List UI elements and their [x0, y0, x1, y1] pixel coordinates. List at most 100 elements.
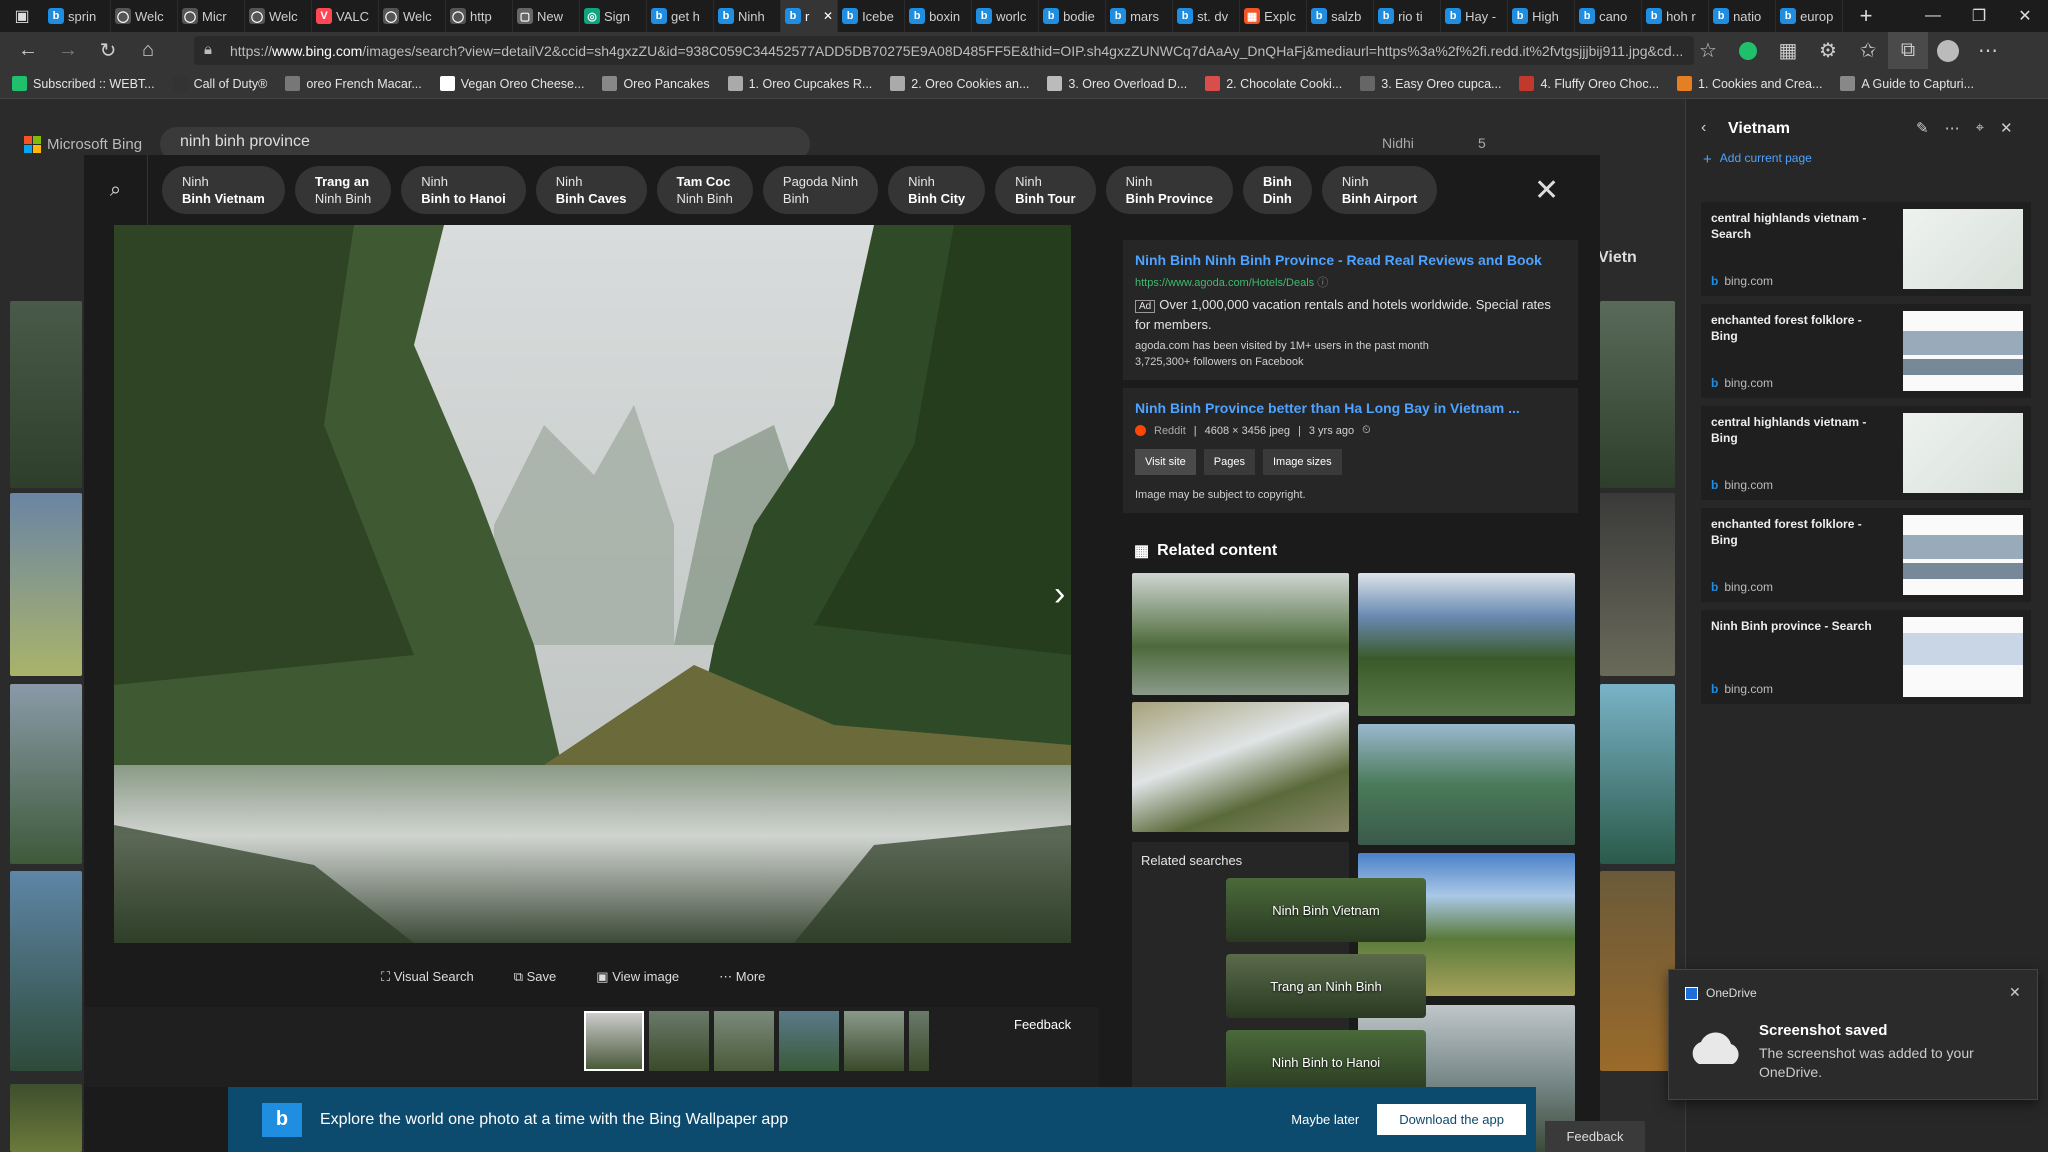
tab[interactable]: ◯ Welc — [111, 0, 178, 32]
tab[interactable]: b rio ti — [1374, 0, 1442, 32]
favorites-icon[interactable]: ✩ — [1848, 32, 1888, 69]
related-chip[interactable]: Ninh Binh Tour — [995, 166, 1096, 214]
tab[interactable]: ◯ Micr — [178, 0, 245, 32]
next-image-icon[interactable]: › — [1054, 575, 1065, 614]
tab[interactable]: b bodie — [1039, 0, 1107, 32]
profile-avatar[interactable] — [1928, 32, 1968, 69]
more-button[interactable]: ⋯ More — [719, 969, 765, 985]
filmstrip-thumb[interactable] — [714, 1011, 774, 1071]
more-options-icon[interactable]: ⋯ — [1945, 119, 1960, 137]
related-search-button[interactable]: Ninh Binh Vietnam — [1226, 878, 1426, 942]
ad-title-link[interactable]: Ninh Binh Ninh Binh Province - Read Real… — [1135, 252, 1566, 268]
related-chip[interactable]: Ninh Binh Vietnam — [162, 166, 285, 214]
bookmark-item[interactable]: 1. Oreo Cupcakes R... — [727, 76, 872, 91]
bookmark-item[interactable]: 2. Chocolate Cooki... — [1205, 76, 1342, 91]
back-collection-icon[interactable]: ‹ — [1701, 119, 1706, 137]
related-chip[interactable]: Ninh Binh Province — [1105, 166, 1233, 214]
search-icon[interactable]: ⌕ — [84, 155, 148, 225]
result-title-link[interactable]: Ninh Binh Province better than Ha Long B… — [1135, 400, 1566, 416]
tab[interactable]: b natio — [1709, 0, 1777, 32]
bookmark-item[interactable]: oreo French Macar... — [285, 76, 422, 91]
ad-url[interactable]: https://www.agoda.com/Hotels/Deals ⓘ — [1135, 274, 1566, 290]
tab[interactable]: b mars — [1106, 0, 1174, 32]
bing-logo[interactable]: Microsoft Bing — [24, 136, 142, 153]
main-image[interactable]: › — [114, 225, 1071, 943]
close-tab-icon[interactable]: ✕ — [823, 9, 833, 23]
related-image[interactable] — [1132, 702, 1349, 832]
new-tab-icon[interactable]: + — [1843, 0, 1889, 32]
filmstrip-thumb[interactable] — [844, 1011, 904, 1071]
restore-icon[interactable]: ❐ — [1956, 0, 2002, 32]
collections-icon[interactable]: ⧉ — [1888, 32, 1928, 69]
address-bar[interactable]: 🔒︎ https://www.bing.com/images/search?vi… — [194, 36, 1694, 65]
bookmark-item[interactable]: 3. Oreo Overload D... — [1047, 76, 1187, 91]
filmstrip-thumb-active[interactable] — [584, 1011, 644, 1071]
bookmark-item[interactable]: Vegan Oreo Cheese... — [439, 76, 584, 91]
pages-button[interactable]: Pages — [1203, 449, 1255, 475]
result-source[interactable]: Reddit — [1154, 425, 1186, 437]
tab[interactable]: ◯ Welc — [379, 0, 446, 32]
tab-actions-icon[interactable]: ▣ — [0, 0, 44, 32]
related-chip[interactable]: Binh Dinh — [1242, 166, 1312, 214]
close-window-icon[interactable]: ✕ — [2002, 0, 2048, 32]
related-search-button[interactable]: Trang an Ninh Binh — [1226, 954, 1426, 1018]
extension-grid-icon[interactable]: ▦ — [1768, 32, 1808, 69]
tab[interactable]: b cano — [1575, 0, 1643, 32]
extensions-icon[interactable]: ⚙ — [1808, 32, 1848, 69]
bookmark-item[interactable]: 4. Fluffy Oreo Choc... — [1519, 76, 1659, 91]
tab[interactable]: b Hay - — [1441, 0, 1509, 32]
close-pane-icon[interactable]: ✕ — [2000, 119, 2013, 137]
filmstrip-thumb[interactable] — [909, 1011, 929, 1071]
refresh-icon[interactable]: ↻ — [88, 32, 128, 69]
related-chip[interactable]: Trang an Ninh Binh — [294, 166, 392, 214]
related-chip[interactable]: Ninh Binh City — [888, 166, 986, 214]
tab[interactable]: ▦ Explc — [1240, 0, 1308, 32]
tab[interactable]: b st. dv — [1173, 0, 1241, 32]
settings-more-icon[interactable]: ⋯ — [1968, 32, 2008, 69]
extension-green-icon[interactable] — [1728, 32, 1768, 69]
collection-item[interactable]: central highlands vietnam - Search b bing.… — [1701, 202, 2031, 296]
tab[interactable]: ◎ Sign — [580, 0, 647, 32]
bookmark-item[interactable]: Call of Duty® — [172, 76, 267, 91]
close-toast-icon[interactable]: ✕ — [2009, 984, 2021, 1001]
related-chip[interactable]: Pagoda Ninh Binh — [762, 166, 879, 214]
related-chip[interactable]: Ninh Binh Airport — [1321, 166, 1438, 214]
minimize-icon[interactable]: — — [1910, 0, 1956, 32]
related-image[interactable] — [1132, 573, 1349, 695]
related-image[interactable] — [1358, 573, 1575, 716]
filmstrip-thumb[interactable] — [779, 1011, 839, 1071]
page-feedback-button[interactable]: Feedback — [1545, 1121, 1645, 1152]
user-name[interactable]: Nidhi — [1382, 135, 1414, 151]
view-image-button[interactable]: ▣ View image — [596, 969, 679, 985]
favorite-star-icon[interactable]: ☆ — [1688, 32, 1728, 69]
bookmark-item[interactable]: Oreo Pancakes — [602, 76, 710, 91]
forward-icon[interactable]: → — [48, 32, 88, 69]
bookmark-item[interactable]: 2. Oreo Cookies an... — [890, 76, 1029, 91]
save-button[interactable]: ⧉ Save — [514, 969, 557, 985]
bookmark-item[interactable]: Subscribed :: WEBT... — [12, 76, 155, 91]
home-icon[interactable]: ⌂ — [128, 32, 168, 69]
add-current-page-button[interactable]: + Add current page — [1703, 151, 1812, 168]
related-image[interactable] — [1358, 724, 1575, 845]
image-sizes-button[interactable]: Image sizes — [1262, 449, 1342, 475]
tab[interactable]: b salzb — [1307, 0, 1375, 32]
visit-site-button[interactable]: Visit site — [1135, 449, 1196, 475]
related-search-button[interactable]: Ninh Binh to Hanoi — [1226, 1030, 1426, 1094]
filmstrip-thumb[interactable] — [649, 1011, 709, 1071]
tab[interactable]: b High — [1508, 0, 1576, 32]
maybe-later-button[interactable]: Maybe later — [1291, 1112, 1359, 1127]
tab[interactable]: b sprin — [44, 0, 111, 32]
collection-item[interactable]: Ninh Binh province - Search b bing.com — [1701, 610, 2031, 704]
tab[interactable]: b worlc — [972, 0, 1040, 32]
bookmark-item[interactable]: 3. Easy Oreo cupca... — [1360, 76, 1501, 91]
collection-item[interactable]: enchanted forest folklore - Bing b bing.co… — [1701, 304, 2031, 398]
visual-search-button[interactable]: ⛶ Visual Search — [381, 969, 474, 985]
related-chip[interactable]: Ninh Binh to Hanoi — [401, 166, 526, 214]
pin-icon[interactable]: ⌖ — [1976, 119, 1984, 137]
tab[interactable]: ◯ Welc — [245, 0, 312, 32]
collection-item[interactable]: enchanted forest folklore - Bing b bing.co… — [1701, 508, 2031, 602]
close-overlay-icon[interactable]: ✕ — [1534, 173, 1559, 208]
side-right-label[interactable]: Vietn — [1598, 249, 1637, 267]
rewards-points[interactable]: 5 — [1478, 135, 1486, 151]
tab[interactable]: b europ — [1776, 0, 1844, 32]
